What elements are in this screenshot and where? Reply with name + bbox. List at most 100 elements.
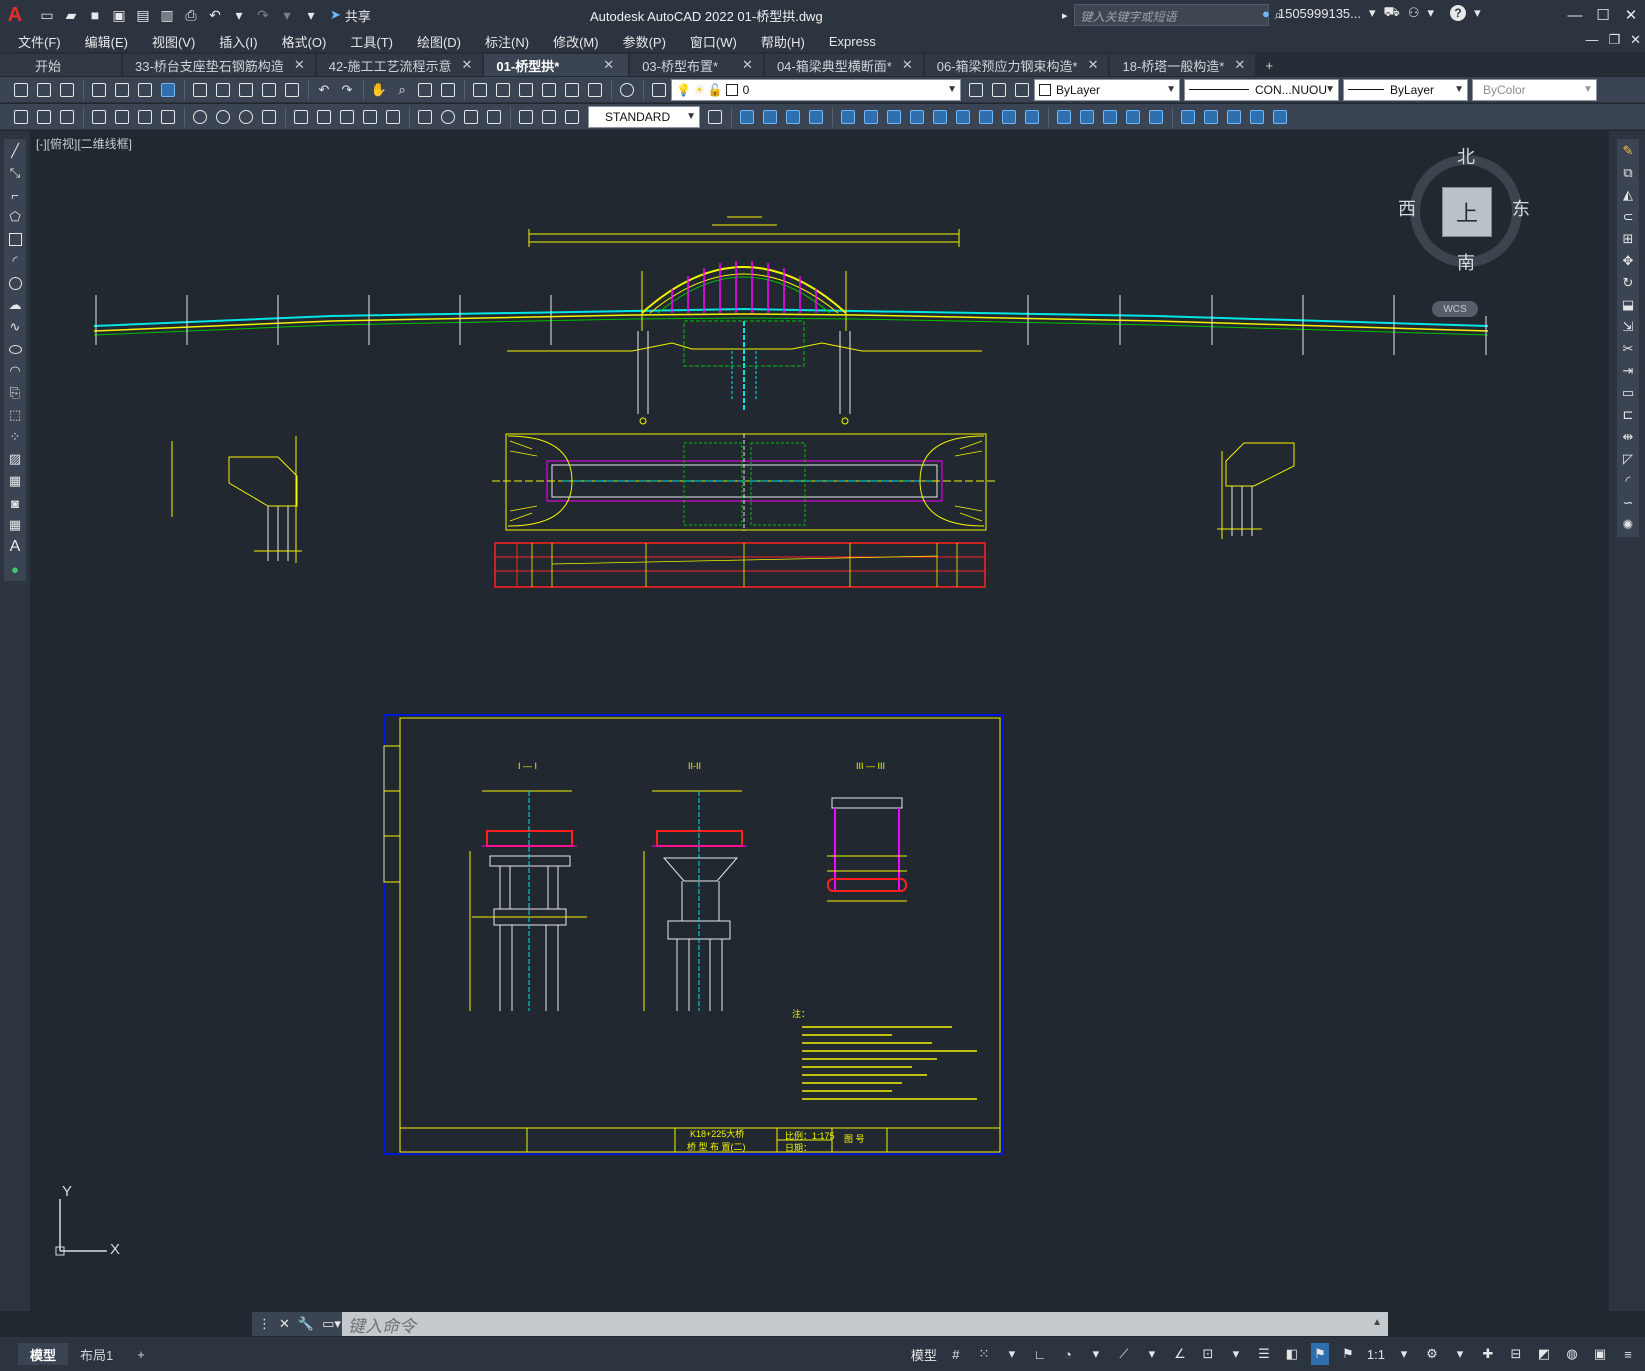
scale-icon[interactable]: ⬓ (1620, 297, 1636, 313)
menu-help[interactable]: 帮助(H) (761, 32, 805, 51)
tab-document[interactable]: 42-施工工艺流程示意 ✕ (316, 54, 483, 76)
doc-restore-icon[interactable]: ❐ (1608, 32, 1620, 48)
offset-icon[interactable]: ⊂ (1620, 209, 1636, 225)
isodraft-dropdown-icon[interactable]: ▾ (1143, 1343, 1161, 1365)
dimstyle-manager-icon[interactable] (704, 106, 726, 128)
insert-block-icon[interactable]: ⎘ (7, 385, 23, 401)
tab-document[interactable]: 33-桥台支座垫石钢筋构造 ✕ (123, 54, 315, 76)
polyline-icon[interactable]: ⌐ (7, 187, 23, 203)
dim-edit-icon[interactable] (515, 106, 537, 128)
gradient-icon[interactable]: ▦ (7, 473, 23, 489)
send-back-icon[interactable] (56, 106, 78, 128)
linetype-dropdown[interactable]: CON...NUOU ▼ (1184, 78, 1339, 101)
annotation-monitor-icon[interactable]: ✚ (1479, 1343, 1497, 1365)
markup-icon[interactable] (561, 79, 583, 101)
add-selected-icon[interactable]: ● (7, 561, 23, 577)
union-icon[interactable] (1223, 106, 1245, 128)
menu-draw[interactable]: 绘图(D) (417, 32, 461, 51)
minimize-icon[interactable]: — (1561, 0, 1589, 30)
undo-icon[interactable]: ↶ (204, 4, 226, 26)
user-dropdown-icon[interactable]: ▾ (1369, 5, 1376, 21)
block-editor-icon[interactable] (281, 79, 303, 101)
annotation-scale[interactable]: 1:1 (1367, 1343, 1385, 1365)
command-close-icon[interactable]: ✕ (279, 1316, 290, 1332)
help-toolbar-icon[interactable] (616, 79, 638, 101)
blend-curves-icon[interactable]: ∽ (1620, 495, 1636, 511)
trim-icon[interactable]: ✂ (1620, 341, 1636, 357)
ucs-object-icon[interactable] (837, 106, 859, 128)
model-space-button[interactable]: 模型 (911, 1343, 937, 1365)
layer-state-icon[interactable] (1011, 79, 1033, 101)
open-file-icon[interactable]: ▰ (60, 4, 82, 26)
tab-document[interactable]: 18-桥塔一般构造* ✕ (1110, 54, 1256, 76)
tab-close-icon[interactable]: ✕ (294, 57, 305, 73)
ucs-previous-icon[interactable] (782, 106, 804, 128)
move-icon[interactable]: ✥ (1620, 253, 1636, 269)
tab-document[interactable]: 03-桥型布置* ✕ (630, 54, 763, 76)
copy-icon[interactable] (212, 79, 234, 101)
box-icon[interactable] (1053, 106, 1075, 128)
zoom-previous-icon[interactable] (437, 79, 459, 101)
make-block-icon[interactable]: ⬚ (7, 407, 23, 423)
ucs-view-icon[interactable] (860, 106, 882, 128)
stretch-icon[interactable]: ⇲ (1620, 319, 1636, 335)
ucs-icon[interactable] (736, 106, 758, 128)
wcs-menu[interactable]: WCS (1432, 301, 1478, 317)
transparency-icon[interactable]: ◧ (1283, 1343, 1301, 1365)
plot-toolbar-icon[interactable] (88, 79, 110, 101)
tool-palettes-icon[interactable] (515, 79, 537, 101)
properties-icon[interactable] (469, 79, 491, 101)
menu-file[interactable]: 文件(F) (18, 32, 61, 51)
ortho-icon[interactable]: ∟ (1031, 1343, 1049, 1365)
ucs-y-icon[interactable] (975, 106, 997, 128)
share-button[interactable]: ➤ 共享 (330, 6, 371, 25)
line-icon[interactable]: ╱ (7, 143, 23, 159)
command-input[interactable]: 键入命令 (342, 1312, 1388, 1336)
dimstyle-dropdown[interactable]: STANDARD ▼ (588, 105, 700, 128)
dim-ordinate-icon[interactable] (157, 106, 179, 128)
auto-scale-icon[interactable]: ⚑ (1339, 1343, 1357, 1365)
user-icon[interactable]: ● (1262, 6, 1270, 21)
menu-window[interactable]: 窗口(W) (690, 32, 737, 51)
command-grip-icon[interactable]: ⋮ (258, 1316, 271, 1332)
isodraft-icon[interactable]: ⟋ (1115, 1343, 1133, 1365)
tab-close-icon[interactable]: ✕ (1088, 57, 1099, 73)
zoom-realtime-icon[interactable]: ⌕ (391, 79, 413, 101)
match-properties-icon[interactable] (258, 79, 280, 101)
break-at-point-icon[interactable]: ▭ (1620, 385, 1636, 401)
customize-qat-icon[interactable]: ▾ (300, 4, 322, 26)
save-icon[interactable]: ■ (84, 4, 106, 26)
extend-icon[interactable]: ⇥ (1620, 363, 1636, 379)
spline-icon[interactable]: ∿ (7, 319, 23, 335)
new-tab-plus-icon[interactable]: + (1257, 54, 1281, 76)
dim-text-edit-icon[interactable] (538, 106, 560, 128)
copy-object-icon[interactable]: ⧉ (1620, 165, 1636, 181)
color-dropdown[interactable]: ByLayer ▼ (1034, 78, 1180, 101)
save-as-icon[interactable]: ▣ (108, 4, 130, 26)
viewcube-top-face[interactable]: 上 (1442, 187, 1492, 237)
a360-dropdown-icon[interactable]: ▾ (1428, 5, 1435, 21)
dim-angular-icon[interactable] (258, 106, 280, 128)
save-toolbar-icon[interactable] (56, 79, 78, 101)
menu-dimension[interactable]: 标注(N) (485, 32, 529, 51)
annotation-scale-dropdown-icon[interactable]: ▾ (1395, 1343, 1413, 1365)
publish-icon[interactable] (134, 79, 156, 101)
snap-dropdown-icon[interactable]: ▾ (1003, 1343, 1021, 1365)
dim-space-icon[interactable] (359, 106, 381, 128)
plot-preview-icon[interactable] (111, 79, 133, 101)
menu-tools[interactable]: 工具(T) (350, 32, 393, 51)
compass-west[interactable]: 西 (1398, 195, 1416, 221)
menu-edit[interactable]: 编辑(E) (85, 32, 128, 51)
3d-print-icon[interactable] (157, 79, 179, 101)
search-input[interactable]: 键入关键字或短语 (1073, 4, 1269, 26)
units-icon[interactable]: ⊟ (1507, 1343, 1525, 1365)
chamfer-icon[interactable]: ◸ (1620, 451, 1636, 467)
object-snap-icon[interactable]: ⊡ (1199, 1343, 1217, 1365)
redo-toolbar-icon[interactable]: ↷ (336, 79, 358, 101)
undo-dropdown-icon[interactable]: ▾ (228, 4, 250, 26)
snap-icon[interactable]: ⁙ (975, 1343, 993, 1365)
layer-lock-icon[interactable]: 🔓 (708, 83, 723, 97)
ucs-zaxis-icon[interactable] (906, 106, 928, 128)
save-web-icon[interactable]: ▥ (156, 4, 178, 26)
user-account[interactable]: 1505999135... (1278, 6, 1361, 21)
